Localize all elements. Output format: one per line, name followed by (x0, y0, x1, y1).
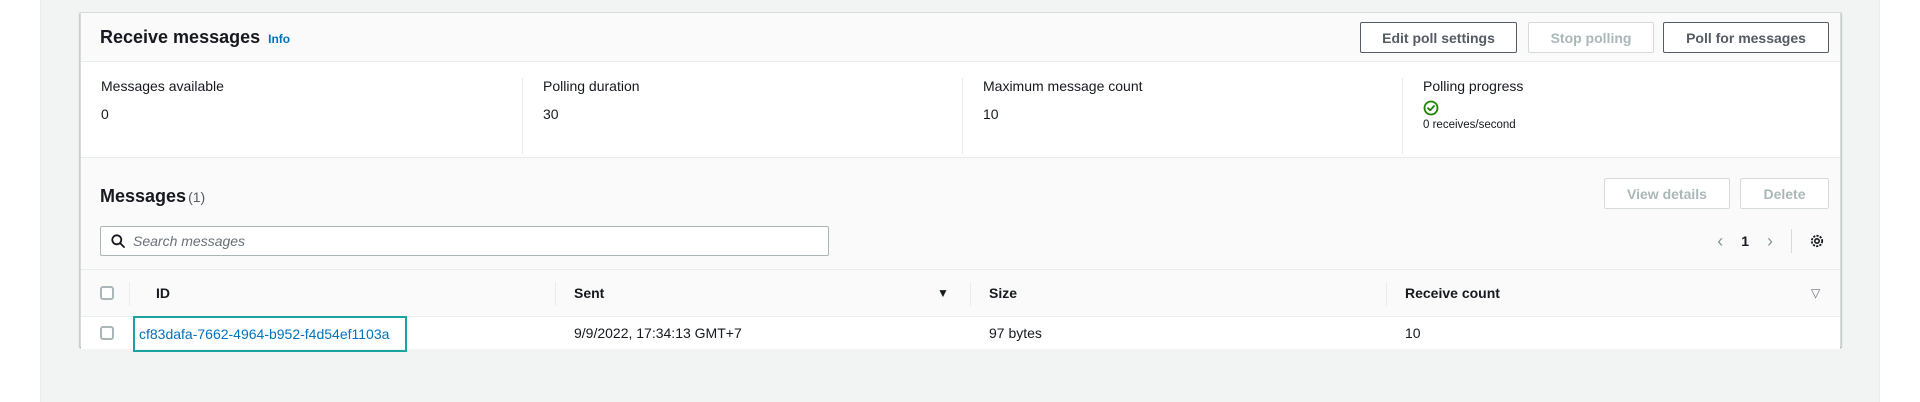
pagination: ‹ 1 › (1707, 228, 1830, 254)
polling-stats: Messages available 0 Polling duration 30… (81, 62, 1840, 170)
sent-cell: 9/9/2022, 17:34:13 GMT+7 (574, 325, 742, 341)
messages-section: Messages(1) View details Delete ‹ 1 › (81, 157, 1840, 352)
column-header-sent[interactable]: Sent (574, 270, 604, 316)
receive-messages-header: Receive messages Info Edit poll settings… (81, 13, 1840, 62)
stat-value: 10 (983, 106, 999, 122)
select-all-checkbox-cell (100, 270, 114, 316)
column-header-receive-count[interactable]: Receive count (1405, 270, 1500, 316)
stat-value: 0 (101, 106, 109, 122)
search-icon (111, 234, 125, 248)
stat-value: 30 (543, 106, 559, 122)
search-box (100, 226, 829, 256)
select-all-checkbox[interactable] (100, 286, 114, 300)
chevron-left-icon[interactable]: ‹ (1707, 228, 1733, 254)
stat-label: Polling progress (1423, 78, 1524, 94)
receive-messages-title: Receive messages (100, 27, 261, 47)
check-circle-icon (1423, 100, 1439, 116)
stat-label: Maximum message count (983, 78, 1143, 94)
sort-descending-icon[interactable]: ▼ (937, 270, 949, 316)
current-page[interactable]: 1 (1733, 233, 1757, 249)
table-row: cf83dafa-7662-4964-b952-f4d54ef1103a 9/9… (81, 316, 1840, 352)
column-divider (1386, 282, 1387, 306)
view-details-button[interactable]: View details (1604, 178, 1730, 209)
settings-gear-icon[interactable] (1804, 228, 1830, 254)
poll-for-messages-button[interactable]: Poll for messages (1663, 22, 1829, 53)
messages-title: Messages (100, 186, 187, 206)
message-id-link[interactable]: cf83dafa-7662-4964-b952-f4d54ef1103a (133, 316, 408, 352)
sort-icon[interactable]: ▽ (1811, 270, 1820, 316)
delete-button[interactable]: Delete (1740, 178, 1829, 209)
edit-poll-settings-button[interactable]: Edit poll settings (1360, 22, 1517, 53)
column-header-id[interactable]: ID (156, 270, 170, 316)
messages-count: (1) (188, 189, 206, 205)
stat-polling-duration: Polling duration 30 (522, 78, 962, 154)
column-divider (970, 282, 971, 306)
chevron-right-icon[interactable]: › (1757, 228, 1783, 254)
column-header-size[interactable]: Size (989, 270, 1017, 316)
search-input[interactable] (133, 233, 813, 249)
stat-polling-progress: Polling progress 0 receives/second (1402, 78, 1842, 154)
stat-label: Polling duration (543, 78, 640, 94)
column-divider (555, 282, 556, 306)
stop-polling-button[interactable]: Stop polling (1528, 22, 1654, 53)
size-cell: 97 bytes (989, 325, 1042, 341)
receive-count-cell: 10 (1405, 325, 1421, 341)
info-link[interactable]: Info (268, 32, 290, 46)
receives-per-second: 0 receives/second (1423, 119, 1516, 131)
pager-divider (1791, 229, 1792, 253)
table-header: ID Sent ▼ Size Receive count ▽ (81, 269, 1840, 317)
messages-heading: Messages (1) (100, 186, 205, 207)
messages-table: ID Sent ▼ Size Receive count ▽ cf83dafa-… (81, 269, 1840, 352)
receive-messages-panel: Receive messages Info Edit poll settings… (80, 12, 1841, 352)
stat-messages-available: Messages available 0 (81, 78, 522, 154)
stat-maximum-message-count: Maximum message count 10 (962, 78, 1402, 154)
receive-messages-title-wrap: Receive messages Info (100, 27, 290, 48)
stat-label: Messages available (101, 78, 224, 94)
column-divider (129, 282, 130, 306)
id-cell: cf83dafa-7662-4964-b952-f4d54ef1103a (81, 316, 531, 352)
